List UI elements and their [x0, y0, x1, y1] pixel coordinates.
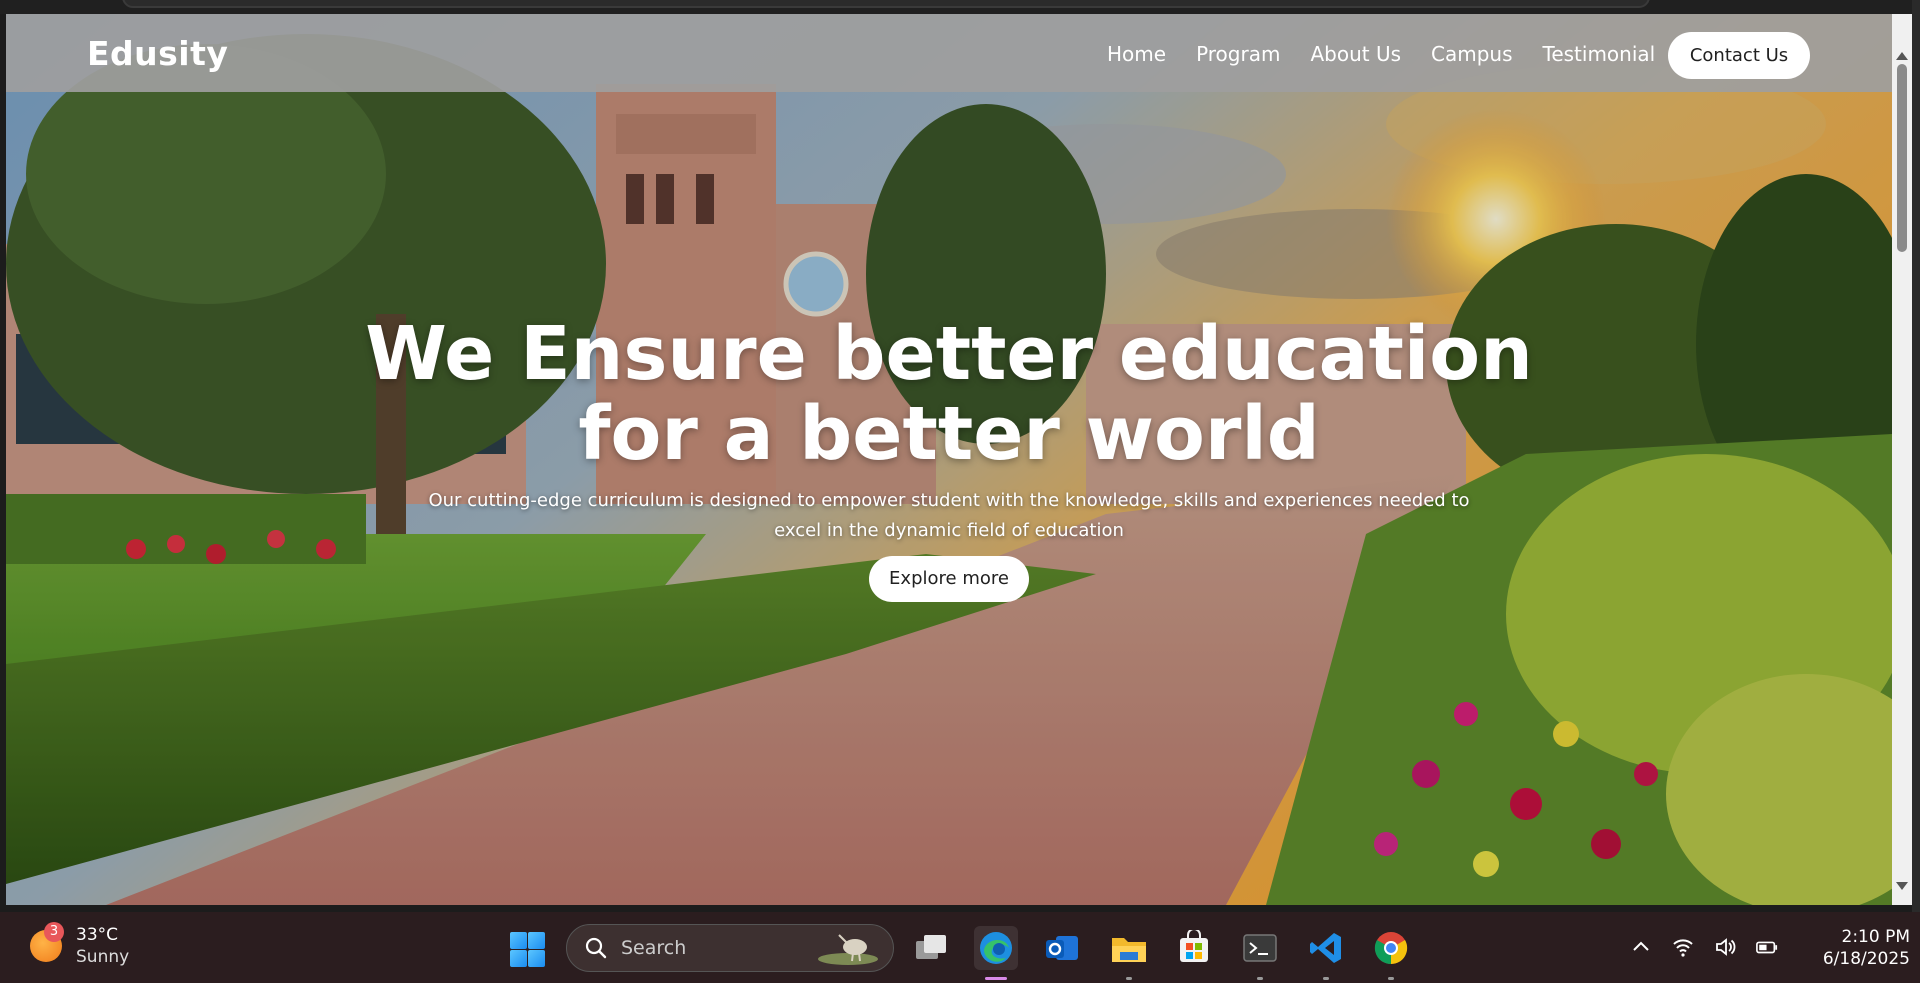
hero-title-line-2: for a better world: [578, 391, 1320, 477]
window-edge: [1912, 0, 1920, 912]
nav-link-campus[interactable]: Campus: [1431, 42, 1513, 66]
folder-icon[interactable]: [1107, 926, 1151, 980]
explore-more-button[interactable]: Explore more: [869, 556, 1029, 602]
weather-condition: Sunny: [76, 947, 130, 967]
address-bar[interactable]: [122, 0, 1650, 8]
chevron-up-icon[interactable]: [1630, 936, 1652, 958]
browser-toolbar: [0, 0, 1920, 14]
contact-us-button[interactable]: Contact Us: [1668, 32, 1810, 79]
hero-text: We Ensure better education for a better …: [6, 314, 1892, 602]
weather-widget[interactable]: 3 33°C Sunny: [30, 922, 129, 968]
hero-section: Edusity Home Program About Us Campus Tes…: [6, 14, 1892, 905]
site-logo[interactable]: Edusity: [87, 34, 228, 73]
scroll-thumb[interactable]: [1897, 64, 1907, 252]
chrome-icon[interactable]: [1369, 926, 1413, 980]
clock-time: 2:10 PM: [1841, 927, 1911, 947]
windows-taskbar: 3 33°C Sunny Search 2:10 PM 6/18/2025: [0, 912, 1920, 983]
sun-icon: 3: [30, 922, 64, 962]
running-indicator: [1388, 977, 1394, 980]
nav-link-home[interactable]: Home: [1107, 42, 1166, 66]
store-icon[interactable]: [1172, 926, 1216, 970]
terminal-icon[interactable]: [1238, 926, 1282, 980]
outlook-icon[interactable]: [1040, 926, 1084, 970]
volume-icon[interactable]: [1714, 936, 1736, 958]
task-view-icon[interactable]: [909, 926, 953, 970]
nav-link-testimonial[interactable]: Testimonial: [1543, 42, 1656, 66]
taskbar-search-box[interactable]: Search: [566, 924, 894, 972]
page-scrollbar[interactable]: [1892, 14, 1912, 905]
running-indicator: [1126, 977, 1132, 980]
scroll-down-arrow-icon[interactable]: [1896, 882, 1908, 890]
search-icon: [585, 937, 607, 959]
page-viewport: Edusity Home Program About Us Campus Tes…: [6, 14, 1892, 905]
hero-title-line-1: We Ensure better education: [365, 311, 1533, 397]
site-navbar: Edusity Home Program About Us Campus Tes…: [6, 14, 1892, 92]
battery-icon[interactable]: [1756, 936, 1778, 958]
weather-badge: 3: [44, 922, 64, 942]
wifi-icon[interactable]: [1672, 936, 1694, 958]
weather-temperature: 33°C: [76, 925, 119, 945]
system-tray: [1630, 936, 1778, 958]
running-indicator: [1323, 977, 1329, 980]
nav-link-about[interactable]: About Us: [1310, 42, 1401, 66]
running-indicator: [1257, 977, 1263, 980]
hero-title: We Ensure better education for a better …: [6, 314, 1892, 474]
edge-icon[interactable]: [974, 926, 1018, 980]
taskbar-clock[interactable]: 2:10 PM 6/18/2025: [1800, 926, 1910, 970]
search-label: Search: [621, 937, 687, 959]
clock-date: 6/18/2025: [1822, 949, 1910, 969]
search-highlight-icon: [818, 934, 878, 965]
active-indicator: [985, 977, 1007, 980]
windows-start-icon[interactable]: [508, 930, 546, 968]
weather-text: 33°C Sunny: [76, 924, 129, 968]
scroll-up-arrow-icon[interactable]: [1896, 52, 1908, 60]
hero-subtitle: Our cutting-edge curriculum is designed …: [428, 490, 1470, 541]
nav-link-program[interactable]: Program: [1196, 42, 1280, 66]
vscode-icon[interactable]: [1304, 926, 1348, 980]
nav-links: Home Program About Us Campus Testimonial: [1107, 42, 1655, 66]
